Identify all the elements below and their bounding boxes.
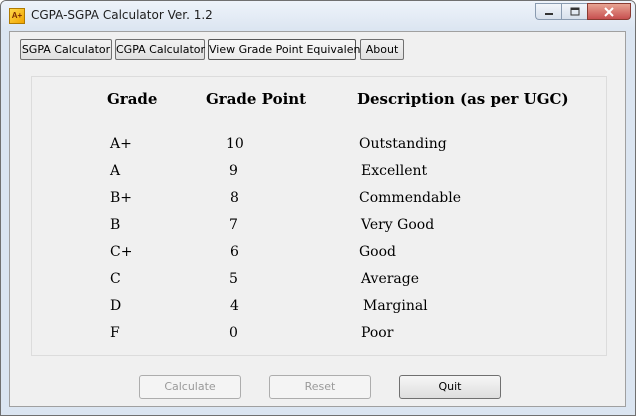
reset-button[interactable]: Reset: [269, 375, 371, 399]
grade-point-cell: 8: [230, 190, 239, 206]
grade-cell: C: [110, 271, 121, 287]
tab-view-grade-point-equivalent[interactable]: View Grade Point Equivalent: [208, 39, 365, 60]
description-cell: Good: [359, 244, 397, 260]
grade-cell: B+: [110, 190, 133, 206]
grade-point-cell: 4: [230, 298, 239, 314]
window-title: CGPA-SGPA Calculator Ver. 1.2: [31, 8, 213, 22]
quit-button[interactable]: Quit: [399, 375, 501, 399]
grade-point-cell: 0: [229, 325, 238, 341]
grade-table-panel: [31, 76, 607, 356]
description-column-header: Description (as per UGC): [357, 90, 569, 108]
grade-point-cell: 10: [226, 136, 244, 152]
grade-cell: A: [110, 163, 121, 179]
description-cell: Commendable: [359, 190, 462, 206]
close-icon: [604, 6, 614, 17]
grade-point-cell: 5: [229, 271, 238, 287]
app-window: A+ CGPA-SGPA Calculator Ver. 1.2 SGPA Ca…: [0, 0, 636, 416]
grade-point-cell: 9: [229, 163, 238, 179]
maximize-icon: [570, 7, 579, 16]
tab-sgpa-calculator[interactable]: SGPA Calculator: [20, 39, 112, 60]
description-cell: Excellent: [361, 163, 428, 179]
grade-cell: F: [110, 325, 120, 341]
title-bar[interactable]: A+ CGPA-SGPA Calculator Ver. 1.2: [1, 1, 635, 31]
grade-point-cell: 6: [230, 244, 239, 260]
client-area: SGPA Calculator CGPA Calculator View Gra…: [9, 31, 626, 407]
tab-about[interactable]: About: [360, 39, 404, 60]
grade-cell: B: [110, 217, 121, 233]
maximize-button[interactable]: [561, 3, 587, 20]
grade-point-cell: 7: [229, 217, 238, 233]
minimize-button[interactable]: [535, 3, 561, 20]
description-cell: Very Good: [361, 217, 435, 233]
calculate-button[interactable]: Calculate: [139, 375, 241, 399]
grade-cell: D: [110, 298, 122, 314]
description-cell: Poor: [361, 325, 394, 341]
grade-point-column-header: Grade Point: [206, 90, 307, 108]
close-button[interactable]: [587, 3, 631, 20]
window-controls: [535, 3, 631, 21]
description-cell: Outstanding: [359, 136, 447, 152]
calculator-app-icon: A+: [9, 8, 25, 24]
grade-cell: C+: [110, 244, 133, 260]
grade-cell: A+: [110, 136, 132, 152]
grade-column-header: Grade: [107, 90, 158, 108]
description-cell: Marginal: [363, 298, 428, 314]
minimize-icon: [544, 12, 553, 15]
tab-cgpa-calculator[interactable]: CGPA Calculator: [115, 39, 205, 60]
description-cell: Average: [361, 271, 420, 287]
